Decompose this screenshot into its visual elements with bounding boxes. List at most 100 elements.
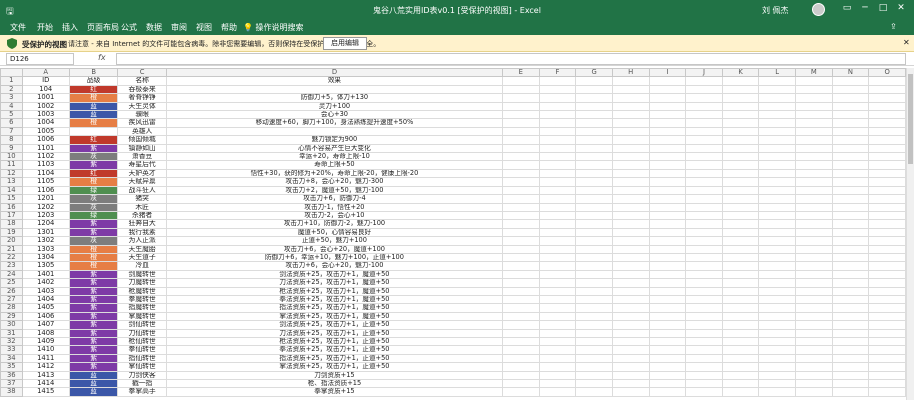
cell-empty[interactable]	[502, 261, 540, 271]
cell-empty[interactable]	[721, 379, 760, 389]
cell-empty[interactable]	[721, 219, 760, 229]
cell-empty[interactable]	[795, 135, 833, 145]
cell-empty[interactable]	[831, 126, 870, 137]
cell-id[interactable]: 1002	[21, 101, 70, 112]
cell-empty[interactable]	[685, 370, 723, 381]
cell-empty[interactable]	[795, 244, 833, 254]
cell-empty[interactable]	[795, 177, 833, 187]
row-header[interactable]: 5	[0, 110, 23, 120]
cell-empty[interactable]	[831, 286, 870, 296]
cell-name[interactable]: 刀仙转世	[117, 328, 167, 339]
cell-empty[interactable]	[685, 84, 723, 95]
cell-empty[interactable]	[868, 110, 906, 120]
row-header[interactable]: 36	[0, 370, 23, 381]
cell-empty[interactable]	[611, 110, 650, 120]
cell-empty[interactable]	[795, 336, 833, 347]
cell-effect[interactable]: 拳掌资质+15	[165, 387, 504, 397]
cell-empty[interactable]	[758, 387, 797, 397]
cell-empty[interactable]	[538, 362, 577, 372]
cell-empty[interactable]	[721, 101, 760, 112]
cell-empty[interactable]	[502, 143, 540, 154]
cell-quality[interactable]: 橙	[68, 118, 119, 128]
cell-empty[interactable]	[611, 252, 650, 263]
cell-empty[interactable]	[685, 345, 723, 355]
cell-empty[interactable]	[868, 76, 906, 86]
cell-empty[interactable]	[502, 294, 540, 305]
cell-empty[interactable]	[795, 286, 833, 296]
cell-name[interactable]: 拳掌高手	[117, 387, 167, 397]
cell-empty[interactable]	[648, 93, 687, 103]
cell-empty[interactable]	[685, 93, 723, 103]
cell-empty[interactable]	[502, 236, 540, 246]
cell-empty[interactable]	[721, 152, 760, 162]
close-icon[interactable]: ✕	[894, 3, 908, 13]
cell-empty[interactable]	[648, 370, 687, 381]
cell-empty[interactable]	[831, 76, 870, 86]
cell-empty[interactable]	[575, 110, 613, 120]
cell-empty[interactable]	[538, 135, 577, 145]
cell-empty[interactable]	[721, 135, 760, 145]
cell-empty[interactable]	[795, 379, 833, 389]
cell-id[interactable]: 1413	[21, 370, 70, 381]
cell-quality[interactable]: 紫	[68, 353, 119, 364]
cell-quality[interactable]: 橙	[68, 261, 119, 271]
cell-empty[interactable]	[538, 345, 577, 355]
cell-empty[interactable]	[575, 236, 613, 246]
cell-empty[interactable]	[685, 219, 723, 229]
cell-empty[interactable]	[538, 278, 577, 288]
cell-effect[interactable]: 心情不容易产生巨大变化	[165, 143, 504, 154]
cell-empty[interactable]	[758, 320, 797, 330]
cell-empty[interactable]	[611, 126, 650, 137]
cell-quality[interactable]: 蓝	[68, 387, 119, 397]
cell-empty[interactable]	[831, 152, 870, 162]
cell-empty[interactable]	[868, 118, 906, 128]
cell-id[interactable]: 1407	[21, 320, 70, 330]
cell-empty[interactable]	[502, 362, 540, 372]
cell-empty[interactable]	[575, 328, 613, 339]
row-header[interactable]: 13	[0, 177, 23, 187]
cell-id[interactable]: 1302	[21, 236, 70, 246]
cell-name[interactable]: 天妒英才	[117, 168, 167, 179]
cell-empty[interactable]	[648, 244, 687, 254]
cell-empty[interactable]	[831, 269, 870, 280]
cell-empty[interactable]	[685, 101, 723, 112]
cell-empty[interactable]	[868, 194, 906, 204]
cell-empty[interactable]	[611, 76, 650, 86]
cell-id[interactable]: 1106	[21, 185, 70, 196]
cell-empty[interactable]	[611, 177, 650, 187]
cell-empty[interactable]	[831, 210, 870, 221]
cell-id[interactable]: 1408	[21, 328, 70, 339]
cell-empty[interactable]	[721, 93, 760, 103]
cell-empty[interactable]	[575, 93, 613, 103]
cell-empty[interactable]	[685, 303, 723, 313]
cell-empty[interactable]	[831, 227, 870, 238]
cell-empty[interactable]	[502, 177, 540, 187]
row-header[interactable]: 16	[0, 202, 23, 212]
cell-empty[interactable]	[611, 379, 650, 389]
cell-empty[interactable]	[685, 202, 723, 212]
cell-name[interactable]: 萧香豆	[117, 152, 167, 162]
cell-effect[interactable]: 指法资质+25，攻击力+1，正道+50	[165, 353, 504, 364]
cell-empty[interactable]	[611, 152, 650, 162]
cell-empty[interactable]	[611, 353, 650, 364]
tab-review[interactable]: 审阅	[171, 22, 187, 33]
cell-empty[interactable]	[575, 244, 613, 254]
tab-help[interactable]: 帮助	[221, 22, 237, 33]
cell-empty[interactable]	[685, 185, 723, 196]
cell-quality[interactable]: 红	[68, 168, 119, 179]
cell-empty[interactable]	[868, 387, 906, 397]
cell-empty[interactable]	[502, 202, 540, 212]
cell-quality[interactable]: 灰	[68, 152, 119, 162]
cell-empty[interactable]	[575, 210, 613, 221]
cell-empty[interactable]	[721, 194, 760, 204]
cell-empty[interactable]	[721, 236, 760, 246]
cell-empty[interactable]	[611, 261, 650, 271]
cell-empty[interactable]	[795, 101, 833, 112]
cell-empty[interactable]	[758, 101, 797, 112]
cell-empty[interactable]	[575, 379, 613, 389]
cell-id[interactable]: 1203	[21, 210, 70, 221]
cell-empty[interactable]	[502, 160, 540, 170]
cell-empty[interactable]	[502, 387, 540, 397]
cell-empty[interactable]	[868, 320, 906, 330]
cell-empty[interactable]	[685, 168, 723, 179]
